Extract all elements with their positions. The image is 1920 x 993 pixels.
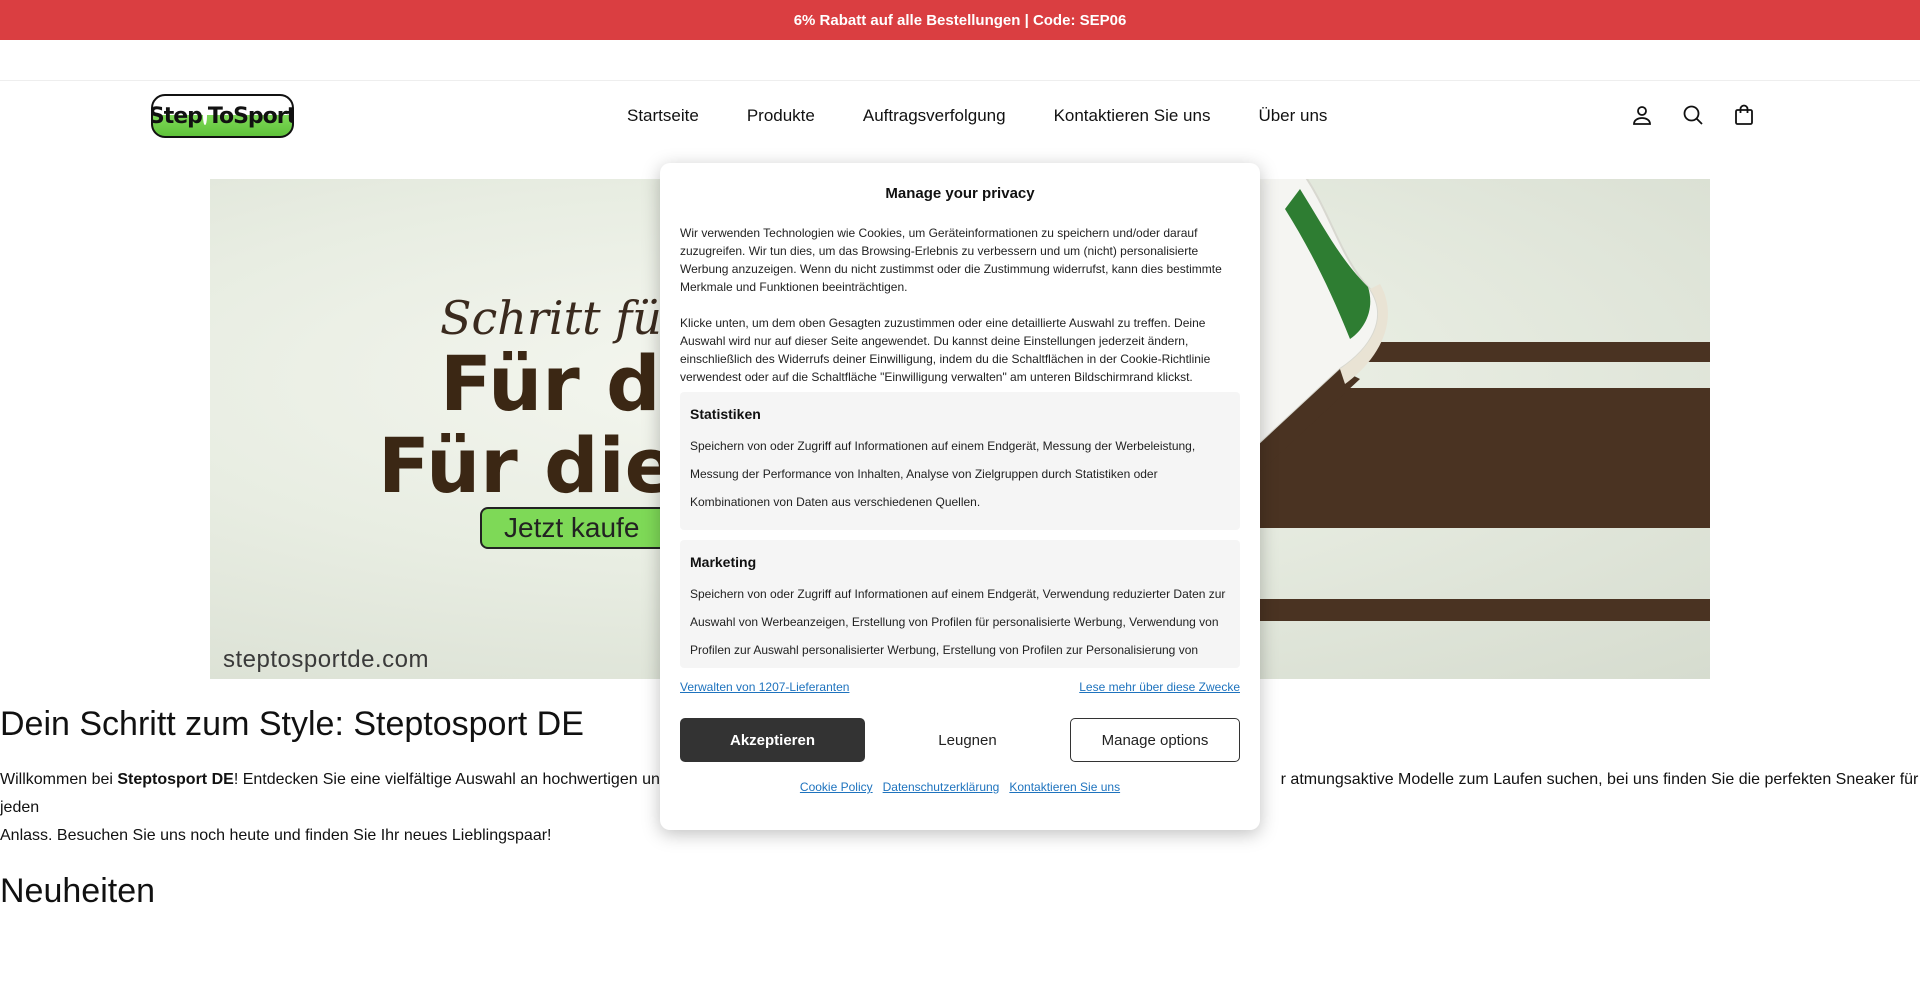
read-purposes-link[interactable]: Lese mehr über diese Zwecke: [1079, 680, 1240, 694]
hero-headline-2: Für die: [378, 421, 677, 510]
consent-category-marketing[interactable]: Marketing Speichern von oder Zugriff auf…: [680, 540, 1240, 668]
logo-text-sport: Sport: [233, 103, 294, 129]
consent-buttons: Akzeptieren Leugnen Manage options: [680, 718, 1240, 762]
header-icons: [1630, 103, 1756, 127]
search-icon[interactable]: [1681, 103, 1705, 127]
consent-footer-links: Cookie Policy Datenschutzerklärung Konta…: [680, 780, 1240, 794]
cookie-policy-link[interactable]: Cookie Policy: [800, 780, 873, 794]
logo-text-to: To: [207, 103, 234, 129]
hero-headline-1: Für di: [440, 339, 687, 428]
manage-options-button[interactable]: Manage options: [1070, 718, 1240, 762]
consent-category-statistics[interactable]: Statistiken Speichern von oder Zugriff a…: [680, 392, 1240, 530]
intro-text-line-2: Anlass. Besuchen Sie uns noch heute und …: [0, 827, 552, 844]
account-icon[interactable]: [1630, 103, 1654, 127]
top-spacer-bar: [0, 40, 1920, 81]
promo-text: 6% Rabatt auf alle Bestellungen | Code: …: [793, 11, 1127, 29]
category-title: Marketing: [690, 554, 757, 570]
nav-item-auftragsverfolgung[interactable]: Auftragsverfolgung: [863, 106, 1006, 126]
category-description: Speichern von oder Zugriff auf Informati…: [690, 587, 1226, 657]
consent-paragraph-2: Klicke unten, um dem oben Gesagten zuzus…: [680, 316, 1211, 384]
manage-vendors-link[interactable]: Verwalten von 1207-Lieferanten: [680, 680, 849, 694]
intro-text-left: ! Entdecken Sie eine vielfältige Auswahl…: [233, 771, 686, 788]
deny-button[interactable]: Leugnen: [875, 718, 1060, 762]
intro-prefix: Willkommen bei: [0, 771, 118, 788]
soccer-ball-icon: [202, 107, 207, 125]
nav-item-ueber-uns[interactable]: Über uns: [1258, 106, 1327, 126]
consent-links: Verwalten von 1207-Lieferanten Lese mehr…: [680, 680, 1240, 694]
site-header: Step To Sport Startseite Produkte Auftra…: [0, 81, 1920, 151]
logo-text-step: Step: [151, 103, 203, 129]
accept-button[interactable]: Akzeptieren: [680, 718, 865, 762]
consent-paragraph-1: Wir verwenden Technologien wie Cookies, …: [680, 226, 1222, 294]
privacy-policy-link[interactable]: Datenschutzerklärung: [883, 780, 1000, 794]
nav-item-kontakt[interactable]: Kontaktieren Sie uns: [1054, 106, 1211, 126]
category-title: Statistiken: [690, 406, 761, 422]
consent-title: Manage your privacy: [885, 185, 1035, 202]
nav-item-startseite[interactable]: Startseite: [627, 106, 699, 126]
promo-bar: 6% Rabatt auf alle Bestellungen | Code: …: [0, 0, 1920, 40]
section-heading-neuheiten: Neuheiten: [0, 872, 156, 910]
cart-icon[interactable]: [1732, 103, 1756, 127]
nav-item-produkte[interactable]: Produkte: [747, 106, 815, 126]
site-logo[interactable]: Step To Sport: [151, 94, 294, 138]
cookie-consent-dialog: Manage your privacy Wir verwenden Techno…: [660, 163, 1260, 830]
hero-domain-text: steptosportde.com: [223, 646, 429, 673]
category-description: Speichern von oder Zugriff auf Informati…: [690, 439, 1196, 509]
contact-link[interactable]: Kontaktieren Sie uns: [1009, 780, 1120, 794]
main-nav: Startseite Produkte Auftragsverfolgung K…: [627, 81, 1375, 151]
intro-brand: Steptosport DE: [117, 771, 234, 788]
